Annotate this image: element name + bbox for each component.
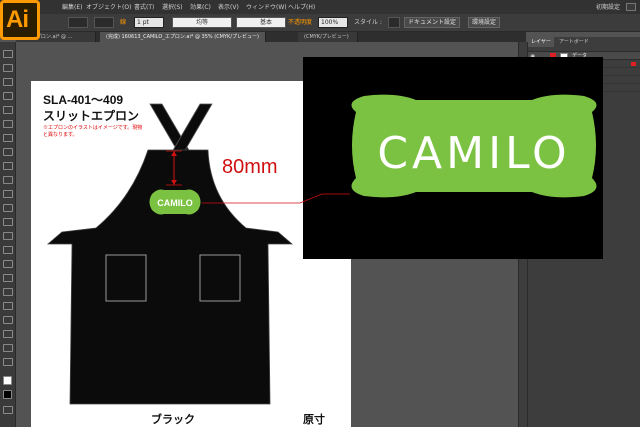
uniform-label: 均等 <box>196 19 209 26</box>
workspace-switcher[interactable]: 初期設定 <box>596 2 620 11</box>
direct-selection-tool-icon[interactable] <box>3 64 13 72</box>
symbol-sprayer-tool-icon[interactable] <box>3 288 13 296</box>
stroke-color-icon[interactable] <box>3 390 12 399</box>
menu-effect[interactable]: 効果(C) <box>190 2 211 11</box>
scale-tool-icon[interactable] <box>3 176 13 184</box>
rotate-tool-icon[interactable] <box>3 162 13 170</box>
preferences-button[interactable]: 環境設定 <box>468 17 501 28</box>
opacity-field[interactable]: 100% <box>318 17 348 28</box>
document-setup-button[interactable]: ドキュメント設定 <box>404 17 461 28</box>
illustrator-window: 編集(E) オブジェクト(O) 書式(T) 選択(S) 効果(C) 表示(V) … <box>0 0 640 427</box>
document-tab-bar: 50_エプロン.ai* @ ... (完成) 160613_CAMILO_エプロ… <box>16 32 526 42</box>
tab-active-document[interactable]: (完成) 160613_CAMILO_エプロン.ai* @ 35% (CMYK/… <box>100 32 266 42</box>
tab-next-document[interactable]: (CMYK/プレビュー) <box>298 32 358 42</box>
product-code: SLA-401〜409 <box>43 93 124 107</box>
logo-text: Ai <box>6 6 29 33</box>
hand-tool-icon[interactable] <box>3 344 13 352</box>
illustrator-logo: Ai <box>0 0 40 40</box>
tab-artboards[interactable]: アートボード <box>556 37 592 47</box>
width-tool-icon[interactable] <box>3 190 13 198</box>
fill-color-icon[interactable] <box>3 376 12 385</box>
zoom-tool-icon[interactable] <box>3 358 13 366</box>
selection-indicator-icon <box>631 62 636 66</box>
scale-label: 原寸 <box>303 414 325 426</box>
product-name: スリットエプロン <box>43 109 140 123</box>
selection-tool-icon[interactable] <box>3 50 13 58</box>
menu-type[interactable]: 書式(T) <box>134 2 154 11</box>
tools-panel <box>0 42 16 427</box>
menu-window[interactable]: ウィンドウ(W) <box>246 2 287 11</box>
menu-select[interactable]: 選択(S) <box>162 2 183 11</box>
stroke-weight-field[interactable]: 1 pt <box>134 17 164 28</box>
slice-tool-icon[interactable] <box>3 330 13 338</box>
eyedropper-tool-icon[interactable] <box>3 260 13 268</box>
search-icon[interactable] <box>626 3 636 11</box>
opacity-label[interactable]: 不透明度 <box>288 17 312 28</box>
blend-tool-icon[interactable] <box>3 274 13 282</box>
graph-tool-icon[interactable] <box>3 302 13 310</box>
menu-edit[interactable]: 編集(E) <box>62 2 82 11</box>
brush-tool-icon[interactable] <box>3 134 13 142</box>
drawing-mode-icon[interactable] <box>3 406 13 414</box>
artboard-tool-icon[interactable] <box>3 316 13 324</box>
pencil-tool-icon[interactable] <box>3 148 13 156</box>
shape-builder-tool-icon[interactable] <box>3 218 13 226</box>
stroke-label[interactable]: 線 <box>120 17 126 28</box>
style-picker[interactable] <box>388 17 400 28</box>
color-label: ブラック <box>151 414 195 426</box>
menu-help[interactable]: ヘルプ(H) <box>288 2 315 11</box>
gradient-tool-icon[interactable] <box>3 246 13 254</box>
fill-swatch[interactable] <box>68 17 88 28</box>
control-bar: 線 1 pt 均等 基本 不透明度 100% スタイル : ドキュメント設定 環… <box>0 14 640 32</box>
zoomed-logo-view <box>303 57 603 259</box>
menu-bar: 編集(E) オブジェクト(O) 書式(T) 選択(S) 効果(C) 表示(V) … <box>0 0 640 14</box>
pen-tool-icon[interactable] <box>3 78 13 86</box>
line-tool-icon[interactable] <box>3 106 13 114</box>
measure-label: 80mm <box>222 156 278 178</box>
menu-object[interactable]: オブジェクト(O) <box>86 2 131 11</box>
type-tool-icon[interactable] <box>3 92 13 100</box>
free-transform-tool-icon[interactable] <box>3 204 13 212</box>
mesh-tool-icon[interactable] <box>3 232 13 240</box>
stroke-swatch[interactable] <box>94 17 114 28</box>
rectangle-tool-icon[interactable] <box>3 120 13 128</box>
menu-view[interactable]: 表示(V) <box>218 2 239 11</box>
basic-label: 基本 <box>260 19 273 26</box>
tab-layers[interactable]: レイヤー <box>528 37 554 47</box>
product-note: ※エプロンのイラストはイメージです。現物と異なります。 <box>43 125 143 138</box>
style-label: スタイル : <box>354 19 382 26</box>
